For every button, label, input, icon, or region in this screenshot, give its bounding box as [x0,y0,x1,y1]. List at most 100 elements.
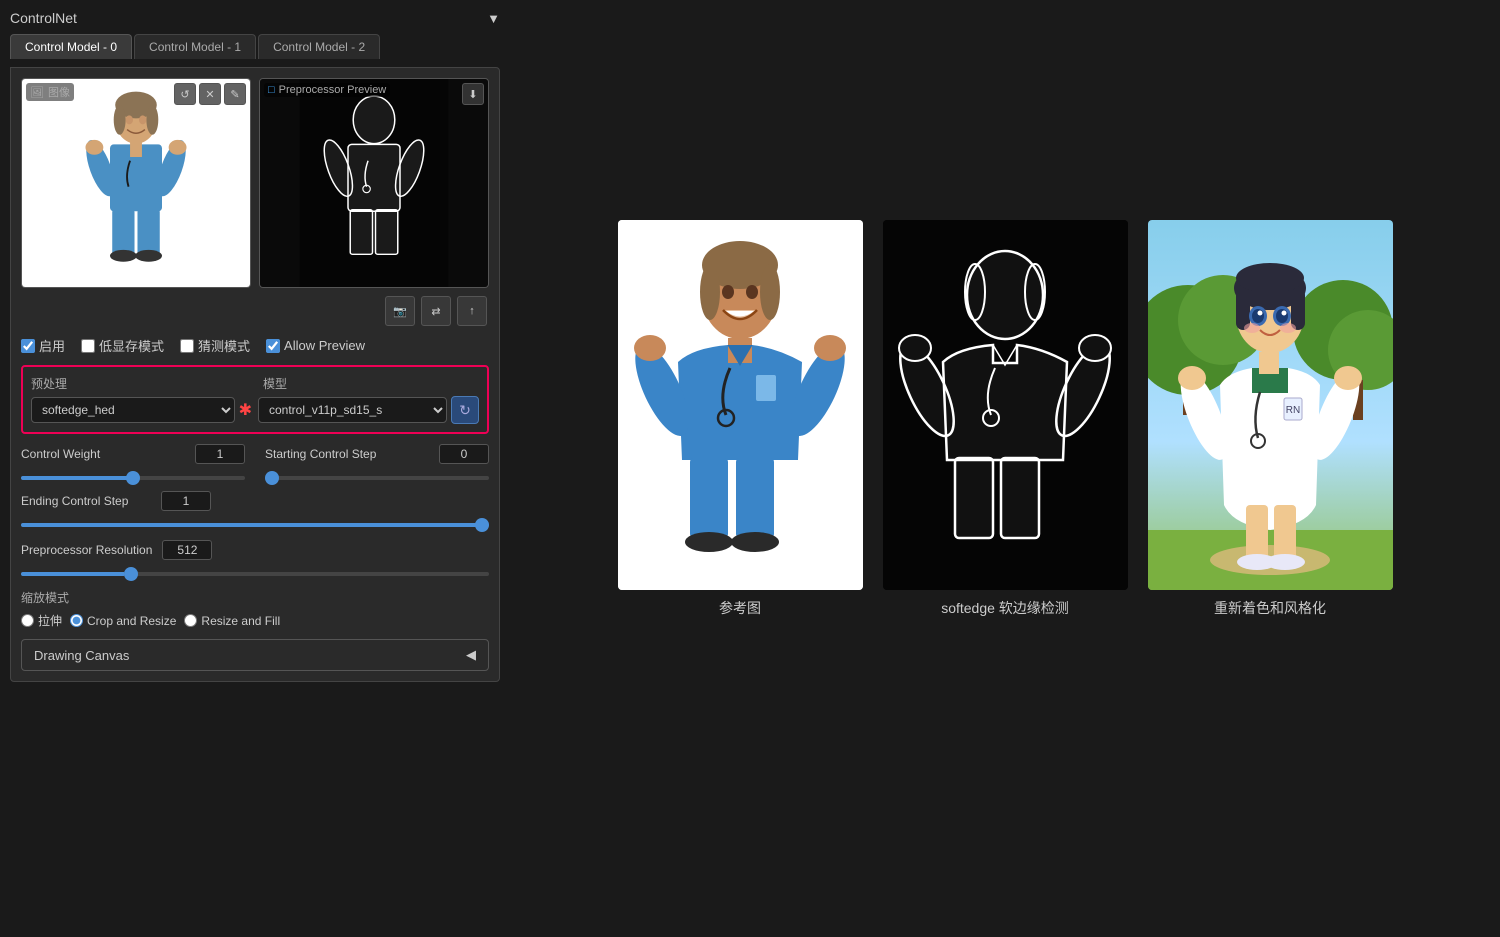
scale-stretch-radio[interactable] [21,614,34,627]
scale-mode-section: 缩放模式 拉伸 Crop and Resize Resize and Fill [21,589,489,629]
scale-crop-option[interactable]: Crop and Resize [70,614,176,628]
svg-text:RN: RN [1285,405,1299,416]
upload-btn[interactable]: ↑ [457,296,487,326]
drawing-canvas-label: Drawing Canvas [34,648,129,663]
control-weight-group: Control Weight [21,444,245,483]
refresh-model-btn[interactable]: ↻ [451,396,479,424]
result-item-edge: softedge 软边缘检测 [883,220,1128,618]
low-vram-checkbox[interactable] [81,339,95,353]
right-panel: 参考图 [510,0,1500,937]
guess-mode-label: 猜测模式 [198,336,250,355]
scale-crop-radio[interactable] [70,614,83,627]
refresh-source-btn[interactable]: ↺ [174,83,196,105]
edit-source-btn[interactable]: ✎ [224,83,246,105]
control-weight-header: Control Weight [21,444,245,464]
preprocess-select-wrap: softedge_hed none canny depth_midas ✱ [31,397,252,423]
checkboxes-row: 启用 低显存模式 猜测模式 Allow Preview [21,336,489,355]
model-section-label: 模型 [255,375,479,392]
preprocess-select[interactable]: softedge_hed none canny depth_midas [31,397,235,423]
action-row: 📷 ⇄ ↑ [21,296,489,326]
enable-checkbox-item[interactable]: 启用 [21,336,65,355]
drawing-canvas-section: Drawing Canvas ◀ [21,639,489,671]
preview-indicator: □ [268,84,275,96]
preprocess-res-row: Preprocessor Resolution [21,540,489,560]
source-image-controls: ↺ ✕ ✎ [174,83,246,105]
allow-preview-label: Allow Preview [284,338,365,353]
ending-step-section: Ending Control Step [21,491,489,530]
tab-control-model-1[interactable]: Control Model - 1 [134,34,256,59]
pm-controls: softedge_hed none canny depth_midas ✱ co… [31,396,479,424]
drawing-canvas-arrow: ◀ [466,647,476,663]
tab-control-model-2[interactable]: Control Model - 2 [258,34,380,59]
dual-slider-row: Control Weight Starting Control Step [21,444,489,483]
low-vram-checkbox-item[interactable]: 低显存模式 [81,336,164,355]
scale-fill-option[interactable]: Resize and Fill [184,614,280,628]
results-row: 参考图 [530,220,1480,618]
allow-preview-checkbox[interactable] [266,339,280,353]
image-row: 🖼 图像 ↺ ✕ ✎ [21,78,489,288]
starting-step-header: Starting Control Step [265,444,489,464]
controlnet-header: ControlNet ▼ [10,10,500,26]
preprocess-res-label: Preprocessor Resolution [21,543,152,557]
close-source-btn[interactable]: ✕ [199,83,221,105]
drawing-canvas-btn[interactable]: Drawing Canvas ◀ [21,639,489,671]
result-source-image [618,220,863,590]
preprocess-res-value[interactable] [162,540,212,560]
enable-label: 启用 [39,336,65,355]
ending-step-label: Ending Control Step [21,494,151,508]
download-preview-btn[interactable]: ⬇ [462,83,484,105]
result-styled-image: RN [1148,220,1393,590]
model-select[interactable]: control_v11p_sd15_s control_v11p_sd15_so… [258,397,447,423]
preprocess-res-section: Preprocessor Resolution [21,540,489,579]
preprocess-section-label: 预处理 [31,375,247,392]
guess-mode-checkbox-item[interactable]: 猜测模式 [180,336,250,355]
ending-step-slider[interactable] [21,523,489,527]
preview-dark-image [260,79,488,287]
scale-mode-options: 拉伸 Crop and Resize Resize and Fill [21,612,489,629]
starting-step-slider[interactable] [265,476,489,480]
swap-btn[interactable]: ⇄ [421,296,451,326]
scale-stretch-option[interactable]: 拉伸 [21,612,62,629]
preview-image-box: □ Preprocessor Preview ⬇ [259,78,489,288]
controlnet-title: ControlNet [10,10,77,26]
source-image-box: 🖼 图像 ↺ ✕ ✎ [21,78,251,288]
starting-step-group: Starting Control Step [265,444,489,483]
left-panel: ControlNet ▼ Control Model - 0 Control M… [0,0,510,937]
ending-step-value[interactable] [161,491,211,511]
low-vram-label: 低显存模式 [99,336,164,355]
scale-fill-radio[interactable] [184,614,197,627]
enable-checkbox[interactable] [21,339,35,353]
scale-mode-label: 缩放模式 [21,589,489,606]
collapse-icon[interactable]: ▼ [487,11,500,26]
scale-stretch-label: 拉伸 [38,612,62,629]
starting-step-value[interactable] [439,444,489,464]
result-styled-label: 重新着色和风格化 [1214,598,1326,618]
starting-step-label: Starting Control Step [265,447,395,461]
tab-bar: Control Model - 0 Control Model - 1 Cont… [10,34,500,59]
result-edge-label: softedge 软边缘检测 [941,598,1069,618]
fire-icon: ✱ [239,400,252,420]
result-source-label: 参考图 [719,598,761,618]
result-item-source: 参考图 [618,220,863,618]
image-label-icon: 🖼 [30,86,44,99]
preprocess-model-section: 预处理 模型 softedge_hed none canny depth_mid… [21,365,489,434]
result-edge-image [883,220,1128,590]
result-item-styled: RN 重新着色和风格化 [1148,220,1393,618]
ending-step-row: Ending Control Step [21,491,489,511]
preview-image-controls: ⬇ [462,83,484,105]
scale-fill-label: Resize and Fill [201,614,280,628]
control-weight-slider[interactable] [21,476,245,480]
source-nurse-image [22,79,250,287]
tab-control-model-0[interactable]: Control Model - 0 [10,34,132,59]
camera-btn[interactable]: 📷 [385,296,415,326]
pm-labels: 预处理 模型 [31,375,479,392]
control-weight-value[interactable] [195,444,245,464]
model-select-wrap: control_v11p_sd15_s control_v11p_sd15_so… [258,396,479,424]
guess-mode-checkbox[interactable] [180,339,194,353]
allow-preview-checkbox-item[interactable]: Allow Preview [266,338,365,353]
preview-image-label: □ Preprocessor Preview [264,83,390,97]
control-weight-label: Control Weight [21,447,151,461]
source-image-label: 🖼 图像 [26,83,74,101]
preprocess-res-slider[interactable] [21,572,489,576]
scale-crop-label: Crop and Resize [87,614,176,628]
